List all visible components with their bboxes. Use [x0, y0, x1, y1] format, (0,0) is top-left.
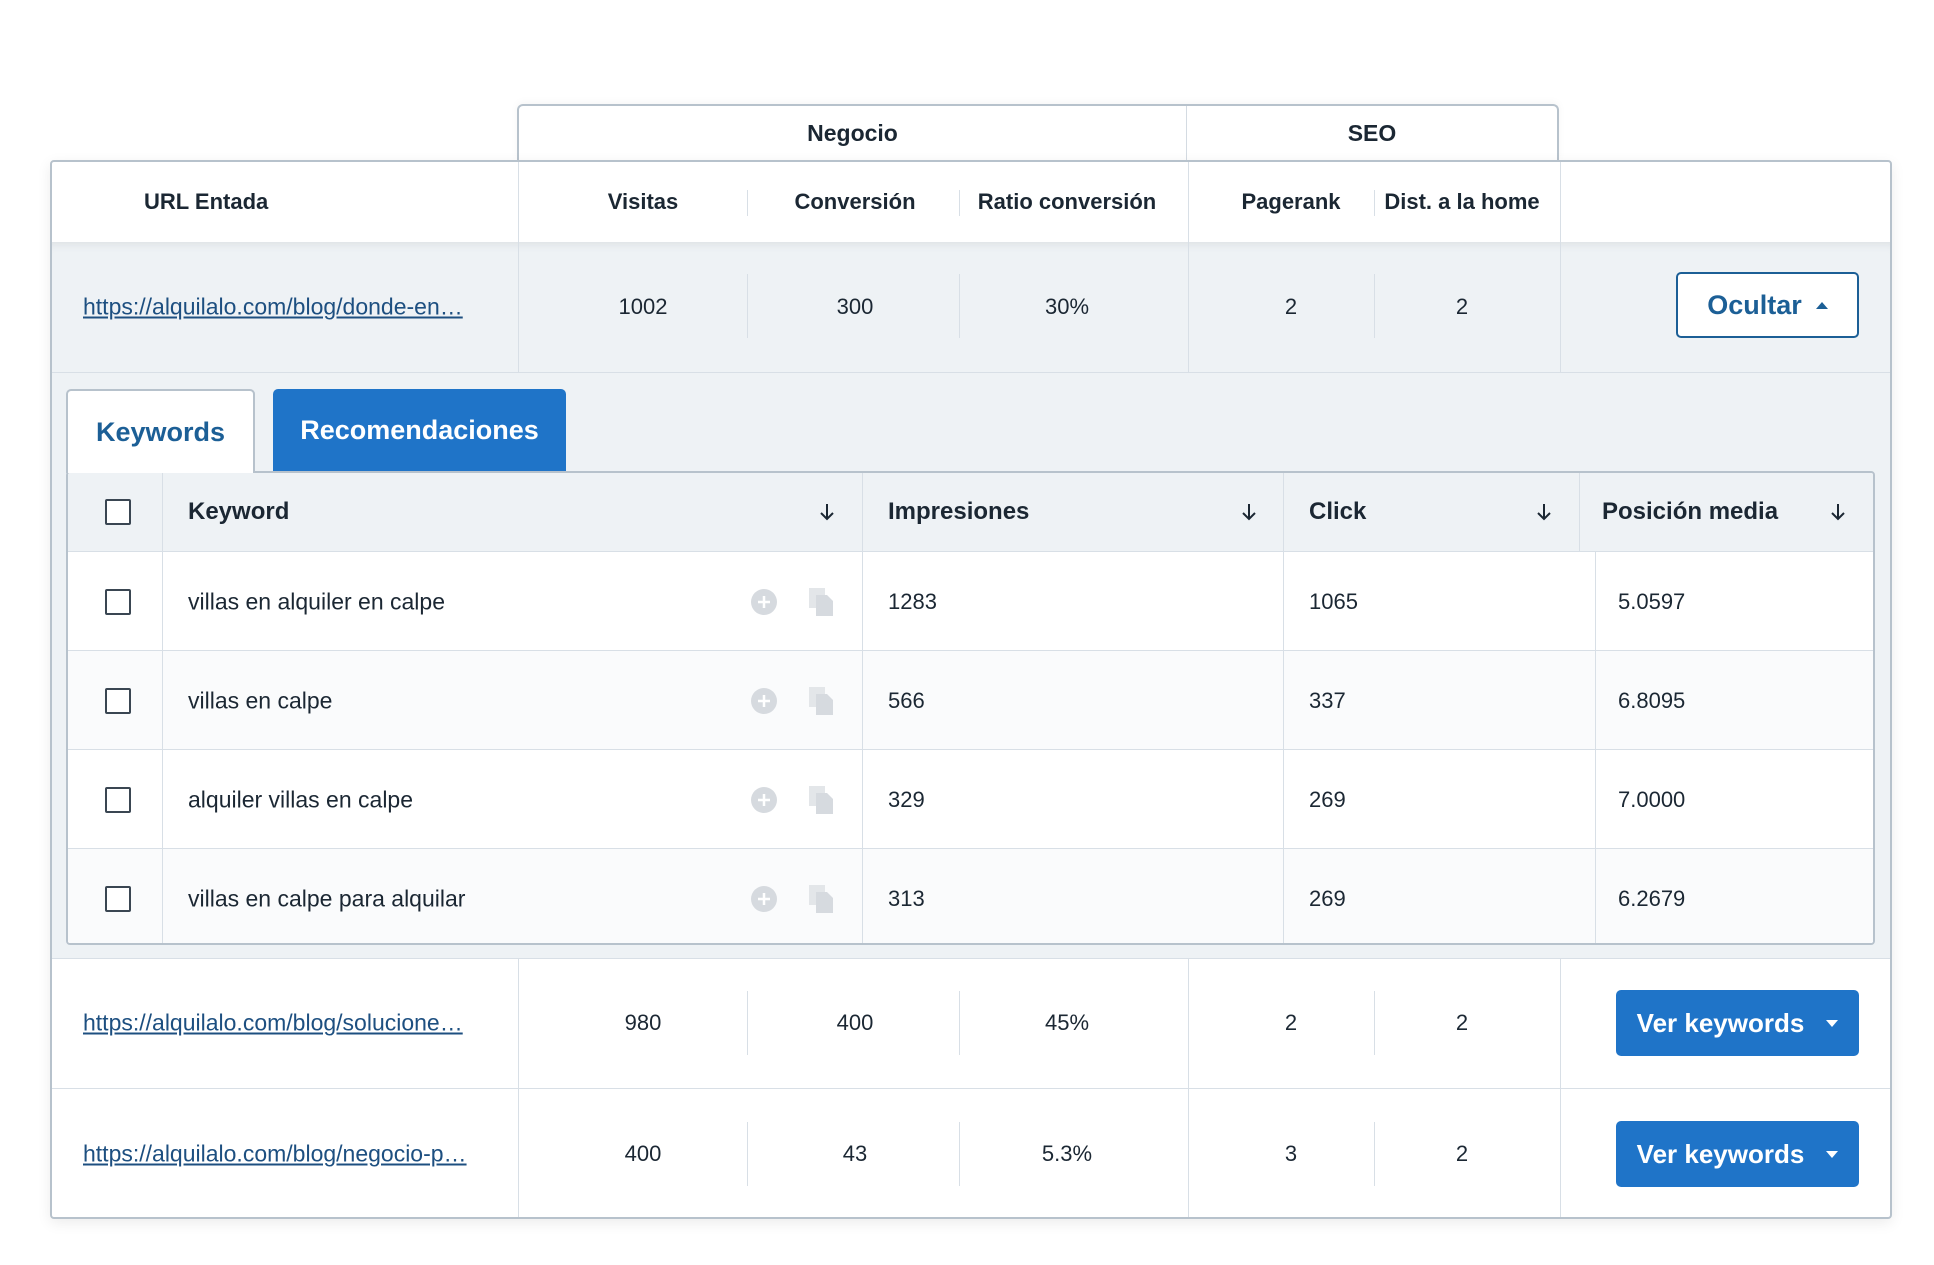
keyword-row: villas en alquiler en calpe 1283 1065 5.…	[68, 551, 1873, 651]
keyword-table: Keyword Impresiones Click Posición media…	[66, 471, 1875, 945]
cell-click: 337	[1309, 687, 1346, 713]
cell-dist-home: 2	[1455, 1010, 1469, 1035]
group-seo: SEO	[1347, 120, 1397, 146]
url-link[interactable]: https://alquilalo.com/blog/negocio-p…	[83, 1141, 467, 1168]
copy-icon[interactable]	[808, 686, 834, 716]
cell-conversion: 300	[836, 294, 874, 319]
keyword-text: villas en alquiler en calpe	[188, 588, 445, 614]
cell-conversion: 43	[842, 1141, 868, 1166]
cell-pagerank: 2	[1284, 294, 1298, 319]
keyword-table-header: Keyword Impresiones Click Posición media	[68, 473, 1873, 552]
url-link[interactable]: https://alquilalo.com/blog/donde-en…	[83, 294, 463, 321]
header-keyword: Keyword	[188, 498, 290, 525]
row-checkbox[interactable]	[105, 588, 131, 615]
ver-keywords-button[interactable]: Ver keywords	[1616, 990, 1859, 1056]
arrow-down-icon[interactable]	[1241, 502, 1257, 522]
keyword-row: alquiler villas en calpe 329 269 7.0000	[68, 749, 1873, 849]
arrow-down-icon[interactable]	[1830, 502, 1846, 522]
column-group-header: Negocio SEO	[517, 104, 1559, 161]
ver-keywords-label: Ver keywords	[1636, 1138, 1805, 1169]
cell-ratio: 45%	[1044, 1010, 1090, 1035]
group-negocio: Negocio	[519, 106, 1187, 161]
row-checkbox[interactable]	[105, 786, 131, 813]
cell-posicion-media: 5.0597	[1618, 588, 1686, 614]
header-pagerank: Pagerank	[1241, 189, 1341, 214]
caret-up-icon	[1815, 301, 1828, 309]
tab-recomendaciones[interactable]: Recomendaciones	[273, 389, 566, 471]
cell-pagerank: 2	[1284, 1010, 1298, 1035]
url-table-card: URL Entada Visitas Conversión Ratio conv…	[50, 160, 1892, 1219]
caret-down-icon	[1826, 1150, 1839, 1158]
copy-icon[interactable]	[808, 785, 834, 815]
header-posicion-media: Posición media	[1602, 498, 1779, 525]
header-ratio: Ratio conversión	[977, 189, 1157, 214]
cell-click: 1065	[1309, 588, 1358, 614]
ocultar-button[interactable]: Ocultar	[1676, 272, 1859, 338]
cell-impresiones: 1283	[888, 588, 937, 614]
cell-posicion-media: 6.8095	[1618, 687, 1686, 713]
cell-ratio: 5.3%	[1041, 1141, 1093, 1166]
plus-circle-icon[interactable]	[751, 786, 777, 813]
keyword-text: villas en calpe	[188, 687, 333, 713]
cell-posicion-media: 6.2679	[1618, 885, 1686, 911]
cell-posicion-media: 7.0000	[1618, 786, 1686, 812]
tab-keywords[interactable]: Keywords	[66, 389, 255, 473]
header-click: Click	[1309, 498, 1367, 525]
cell-visitas: 980	[624, 1010, 662, 1035]
header-visitas: Visitas	[607, 189, 679, 214]
cell-impresiones: 313	[888, 885, 925, 911]
keyword-text: villas en calpe para alquilar	[188, 885, 466, 911]
cell-impresiones: 329	[888, 786, 925, 812]
ocultar-label: Ocultar	[1707, 289, 1802, 320]
cell-visitas: 400	[624, 1141, 662, 1166]
row-checkbox[interactable]	[105, 885, 131, 912]
ver-keywords-label: Ver keywords	[1636, 1007, 1805, 1038]
cell-visitas: 1002	[618, 294, 668, 319]
url-link[interactable]: https://alquilalo.com/blog/solucione…	[83, 1010, 463, 1037]
select-all-checkbox[interactable]	[105, 499, 131, 525]
cell-conversion: 400	[836, 1010, 874, 1035]
ver-keywords-button[interactable]: Ver keywords	[1616, 1121, 1859, 1187]
plus-circle-icon[interactable]	[751, 885, 777, 912]
cell-pagerank: 3	[1284, 1141, 1298, 1166]
keyword-text: alquiler villas en calpe	[188, 786, 414, 812]
cell-click: 269	[1309, 786, 1346, 812]
copy-icon[interactable]	[808, 587, 834, 617]
cell-ratio: 30%	[1044, 294, 1090, 319]
row-checkbox[interactable]	[105, 687, 131, 714]
header-url: URL Entada	[144, 189, 269, 214]
header-impresiones: Impresiones	[888, 498, 1030, 525]
cell-impresiones: 566	[888, 687, 925, 713]
keyword-row: villas en calpe 566 337 6.8095	[68, 650, 1873, 750]
keyword-row: villas en calpe para alquilar 313 269 6.…	[68, 848, 1873, 943]
caret-down-icon	[1826, 1019, 1839, 1027]
cell-dist-home: 2	[1455, 294, 1469, 319]
header-conversion: Conversión	[794, 189, 916, 214]
cell-click: 269	[1309, 885, 1346, 911]
copy-icon[interactable]	[808, 884, 834, 914]
plus-circle-icon[interactable]	[751, 687, 777, 714]
table-row: https://alquilalo.com/blog/donde-en… 100…	[52, 242, 1890, 372]
arrow-down-icon[interactable]	[1536, 502, 1552, 522]
arrow-down-icon[interactable]	[819, 502, 835, 522]
plus-circle-icon[interactable]	[751, 588, 777, 615]
cell-dist-home: 2	[1455, 1141, 1469, 1166]
header-dist-home: Dist. a la home	[1384, 189, 1540, 214]
